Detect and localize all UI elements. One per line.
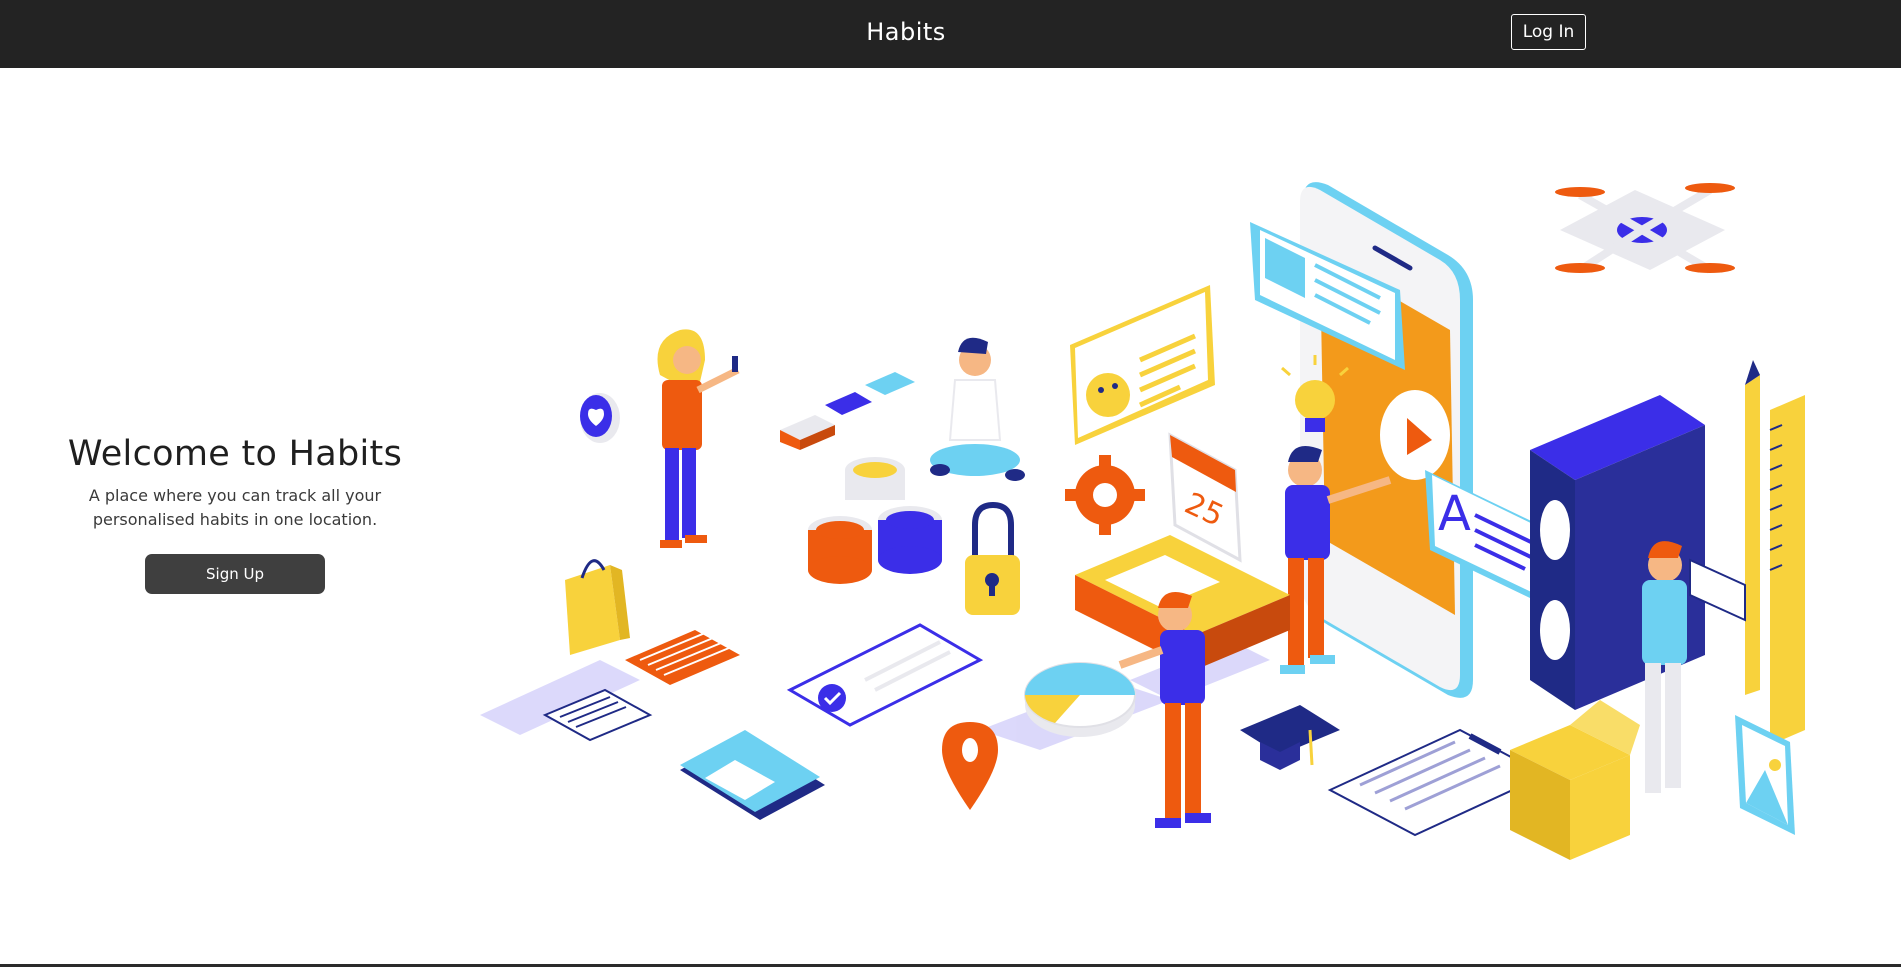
pie-chart-graphic bbox=[1024, 662, 1136, 737]
hero-illustration: 25 A bbox=[480, 182, 1805, 860]
social-cubes bbox=[780, 372, 915, 450]
padlock-icon bbox=[965, 501, 1020, 615]
open-box-graphic bbox=[1510, 700, 1640, 860]
woman-with-phone-figure bbox=[657, 329, 740, 548]
meditating-man-figure bbox=[930, 337, 1025, 481]
emoji-message-card bbox=[1070, 285, 1215, 445]
hero-section: Welcome to Habits A place where you can … bbox=[40, 430, 430, 594]
drone-graphic bbox=[1555, 183, 1735, 274]
graduation-cap-icon bbox=[1240, 705, 1340, 770]
hero-title: Welcome to Habits bbox=[67, 434, 403, 474]
location-pin-icon bbox=[942, 722, 998, 810]
login-button[interactable]: Log In bbox=[1511, 14, 1586, 50]
pencil-ruler-graphic bbox=[1745, 360, 1805, 745]
signup-button[interactable]: Sign Up bbox=[145, 554, 325, 594]
stacked-cans bbox=[808, 457, 942, 584]
orange-notepad bbox=[625, 630, 740, 685]
photo-card bbox=[680, 730, 825, 820]
man-with-card-figure bbox=[1642, 541, 1746, 793]
heart-bubble-icon bbox=[580, 393, 620, 443]
hero-subtitle: A place where you can track all your per… bbox=[88, 486, 382, 529]
checklist-card bbox=[786, 623, 984, 727]
navbar: Habits Log In bbox=[0, 0, 1901, 68]
svg-text:A: A bbox=[1438, 486, 1471, 542]
shopping-bag-icon bbox=[565, 559, 630, 655]
gear-icon bbox=[1065, 455, 1145, 535]
